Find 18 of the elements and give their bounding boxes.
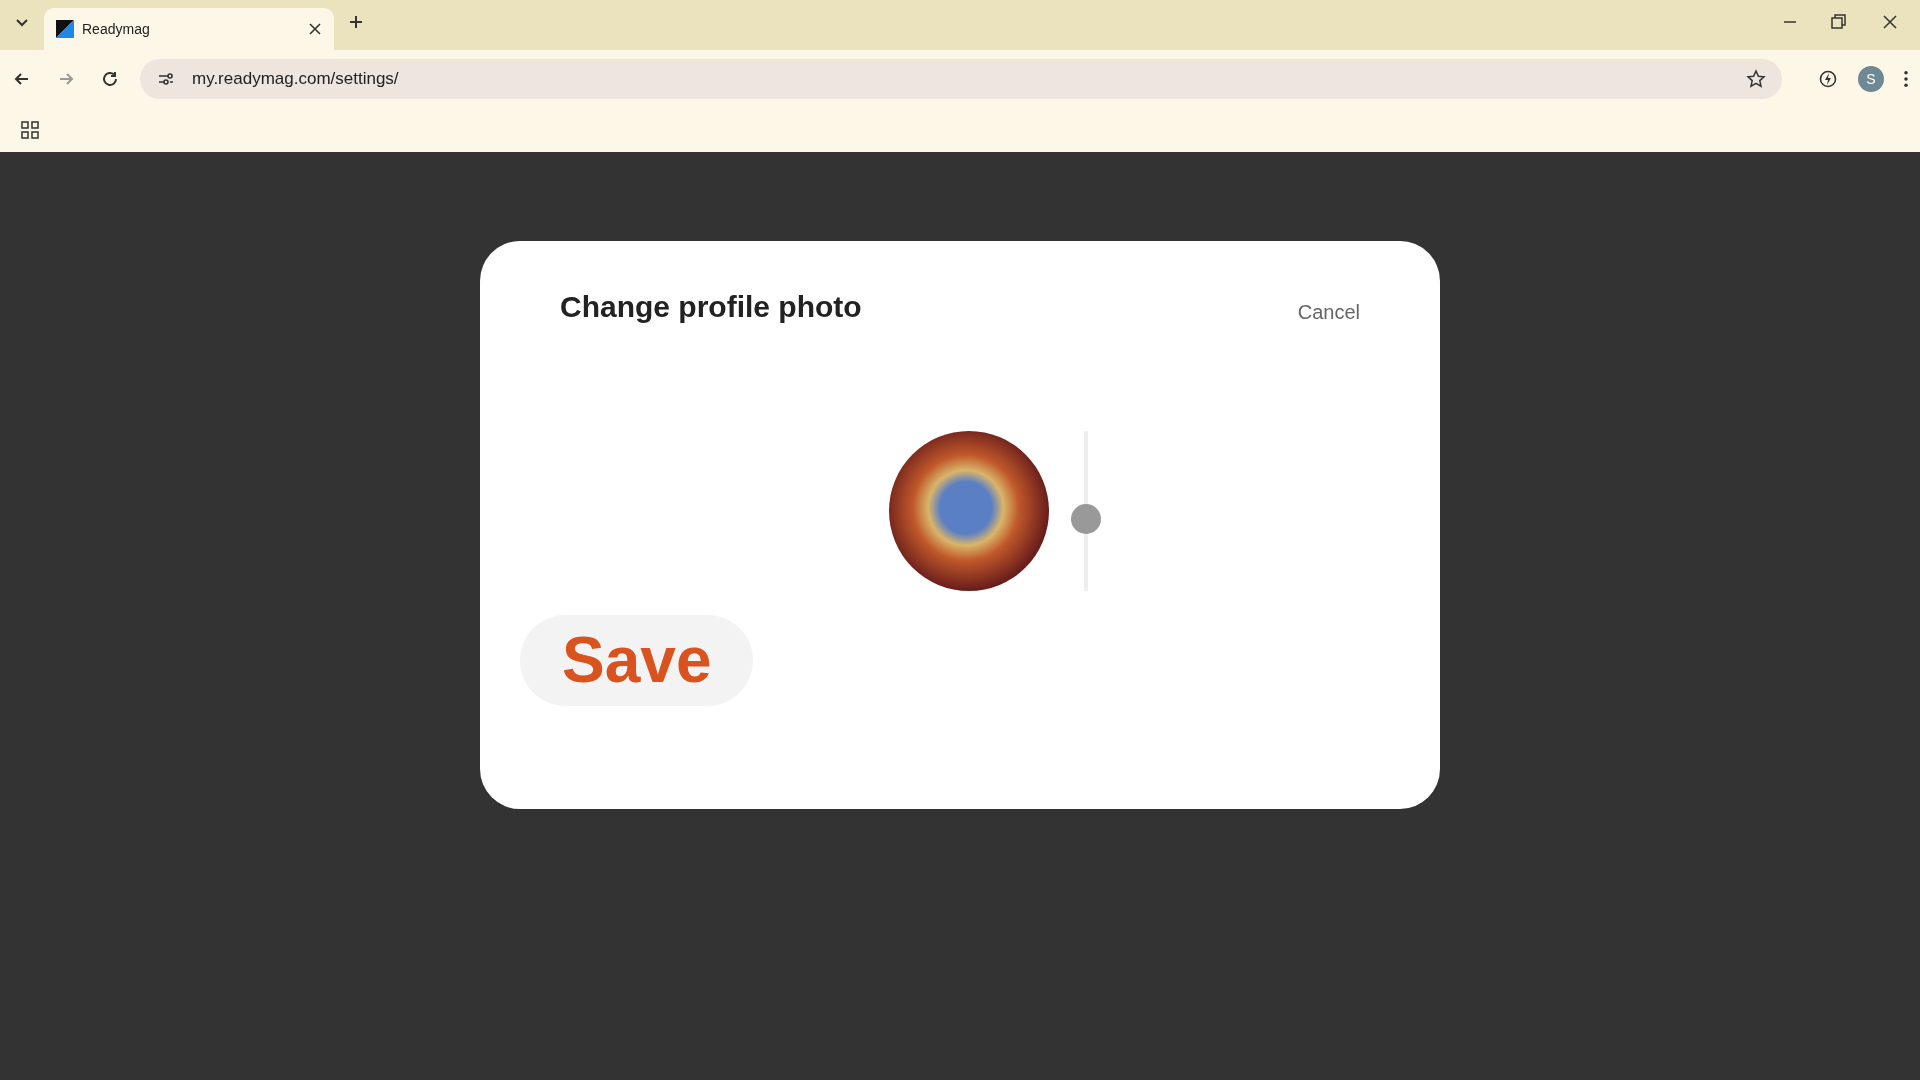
address-bar[interactable]: my.readymag.com/settings/ [140,59,1782,99]
tab-title: Readymag [82,19,150,39]
url-text: my.readymag.com/settings/ [192,68,399,91]
slider-thumb[interactable] [1071,503,1101,534]
profile-avatar[interactable]: S [1858,66,1884,92]
browser-tab[interactable]: Readymag [44,8,334,50]
grid-icon [20,120,40,140]
star-icon[interactable] [1746,69,1766,89]
cancel-link[interactable]: Cancel [1297,297,1360,327]
save-button[interactable]: Save [520,615,754,707]
minimize-icon [1784,21,1796,23]
restore-icon [1828,12,1848,32]
close-icon[interactable] [308,22,322,36]
site-logo-icon [56,20,74,38]
lightning-circle-icon [1818,69,1838,89]
dialog-title: Change profile photo [560,289,862,325]
more-vertical-icon [1904,71,1908,87]
reload-icon [100,69,120,89]
